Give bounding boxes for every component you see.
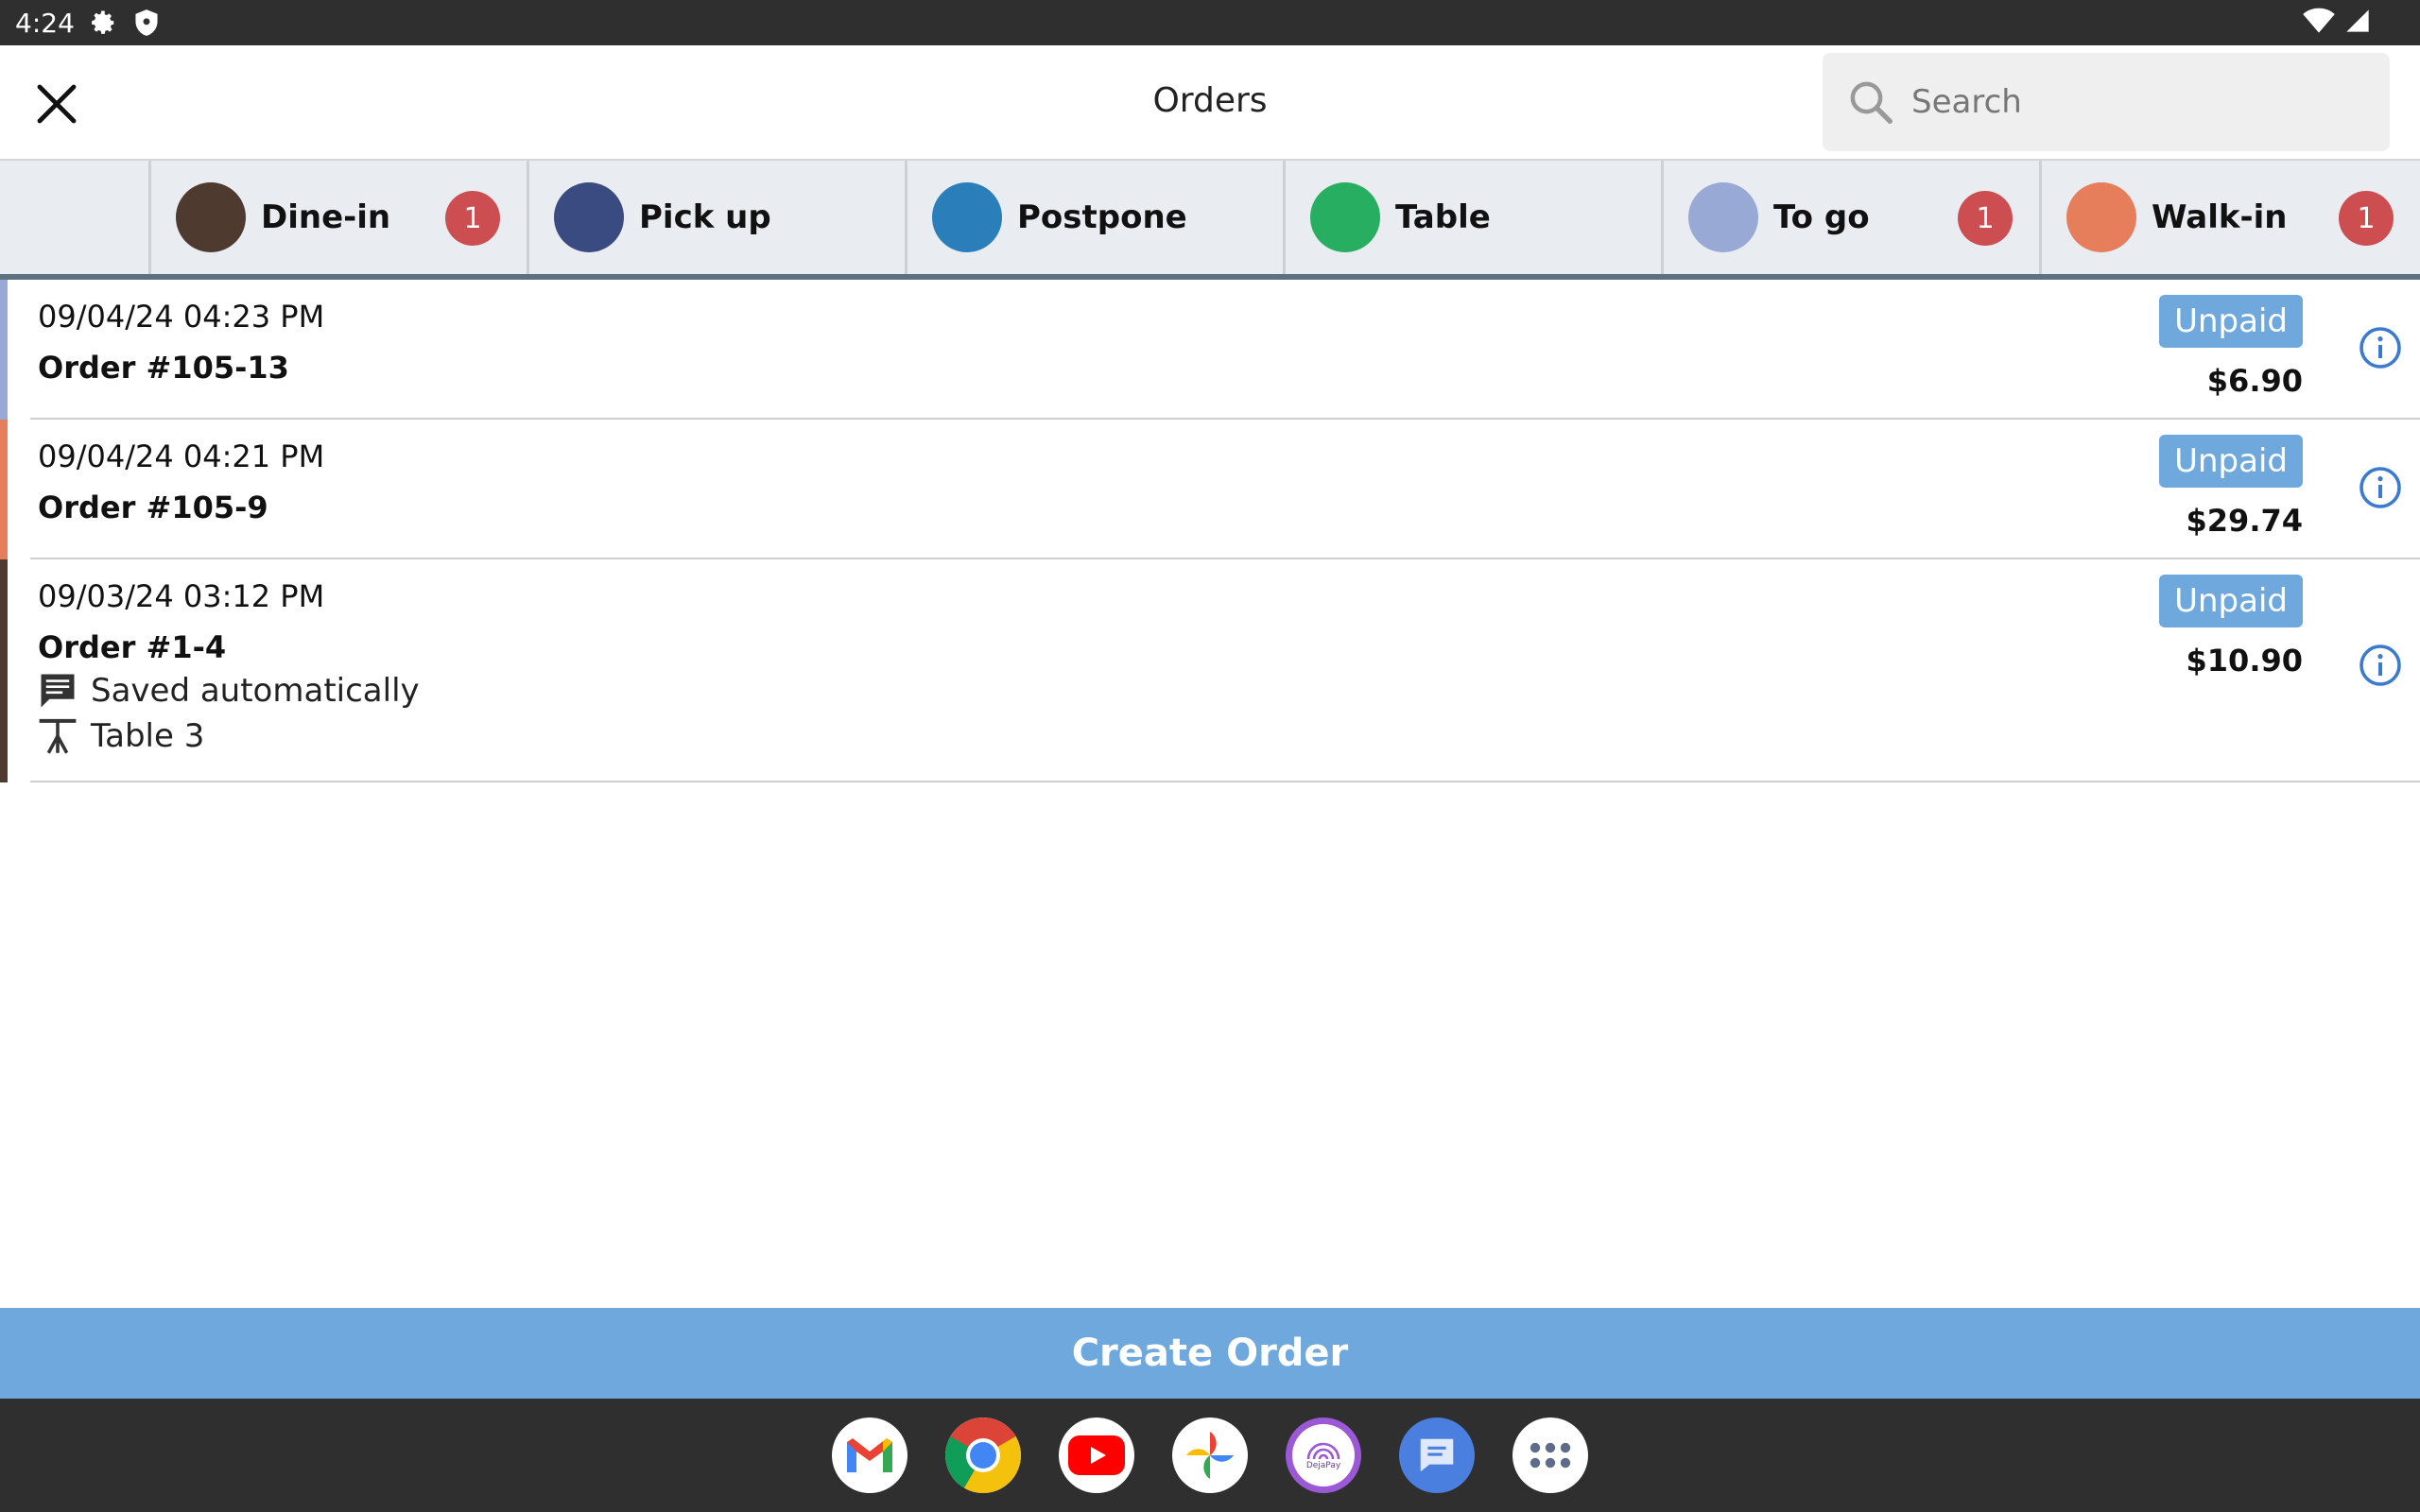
order-row[interactable]: 09/03/24 03:12 PM Order #1-4 Saved autom… — [0, 559, 2420, 782]
tab-label: To go — [1773, 198, 1870, 236]
tab-dine-in[interactable]: Dine-in 1 — [151, 161, 529, 274]
status-right — [2303, 8, 2371, 38]
app-header: Orders — [0, 45, 2420, 159]
tab-table[interactable]: Table — [1286, 161, 1664, 274]
tab-pick-up[interactable]: Pick up — [529, 161, 908, 274]
depay-icon[interactable]: DejaPay — [1286, 1418, 1361, 1493]
tab-to-go[interactable]: To go 1 — [1664, 161, 2042, 274]
order-total: $6.90 — [2206, 363, 2303, 399]
category-color-dot — [176, 182, 246, 252]
depay-label: DejaPay — [1305, 1461, 1341, 1470]
chrome-icon[interactable] — [945, 1418, 1021, 1493]
create-order-button[interactable]: Create Order — [0, 1308, 2420, 1399]
messages-icon[interactable] — [1399, 1418, 1475, 1493]
order-number: Order #105-13 — [38, 350, 289, 386]
info-icon — [2360, 467, 2401, 508]
signal-icon — [2344, 8, 2371, 38]
gmail-icon[interactable] — [832, 1418, 908, 1493]
info-button[interactable] — [2352, 637, 2409, 694]
order-type-stripe — [0, 280, 8, 420]
order-table: Table 3 — [38, 716, 204, 756]
info-icon — [2360, 644, 2401, 686]
order-type-stripe — [0, 559, 8, 782]
tab-walk-in[interactable]: Walk-in 1 — [2042, 161, 2420, 274]
wifi-icon — [2303, 8, 2335, 38]
order-total: $29.74 — [2186, 503, 2303, 539]
tab-label: Dine-in — [261, 198, 391, 236]
shield-icon — [131, 8, 162, 38]
order-total: $10.90 — [2186, 643, 2303, 679]
count-badge: 1 — [445, 191, 500, 246]
category-color-dot — [1310, 182, 1380, 252]
search-input[interactable] — [1911, 83, 2365, 121]
order-number: Order #1-4 — [38, 629, 227, 665]
category-color-dot — [554, 182, 624, 252]
order-table-text: Table 3 — [91, 717, 205, 755]
status-badge: Unpaid — [2159, 435, 2303, 488]
search-icon — [1850, 81, 1893, 124]
youtube-icon[interactable] — [1059, 1418, 1134, 1493]
tab-label: Postpone — [1017, 198, 1187, 236]
order-type-stripe — [0, 420, 8, 559]
category-tabs: Dine-in 1 Pick up Postpone Table To go 1… — [0, 159, 2420, 278]
count-badge: 1 — [2339, 191, 2394, 246]
info-button[interactable] — [2352, 459, 2409, 516]
tab-scroll-left[interactable] — [0, 161, 151, 274]
info-button[interactable] — [2352, 319, 2409, 376]
status-time: 4:24 — [15, 7, 75, 39]
depay-logo-icon — [1306, 1442, 1340, 1460]
table-icon — [38, 716, 78, 756]
order-note: Saved automatically — [38, 671, 420, 711]
tab-postpone[interactable]: Postpone — [908, 161, 1286, 274]
status-bar: 4:24 — [0, 0, 2420, 45]
order-row[interactable]: 09/04/24 04:23 PM Order #105-13 Unpaid $… — [0, 280, 2420, 420]
order-datetime: 09/03/24 03:12 PM — [38, 578, 325, 614]
category-color-dot — [1688, 182, 1758, 252]
status-badge: Unpaid — [2159, 295, 2303, 348]
order-note-text: Saved automatically — [91, 672, 420, 710]
app-dock: DejaPay — [0, 1399, 2420, 1512]
count-badge: 1 — [1958, 191, 2013, 246]
status-badge: Unpaid — [2159, 575, 2303, 627]
tab-label: Table — [1395, 198, 1491, 236]
order-datetime: 09/04/24 04:23 PM — [38, 299, 325, 335]
photos-icon[interactable] — [1172, 1418, 1248, 1493]
order-row[interactable]: 09/04/24 04:21 PM Order #105-9 Unpaid $2… — [0, 420, 2420, 559]
category-color-dot — [2066, 182, 2136, 252]
tab-label: Pick up — [639, 198, 771, 236]
gear-icon — [88, 8, 118, 38]
info-icon — [2360, 327, 2401, 369]
orders-list: 09/04/24 04:23 PM Order #105-13 Unpaid $… — [0, 280, 2420, 782]
category-color-dot — [932, 182, 1002, 252]
comment-icon — [38, 671, 78, 711]
app-drawer-icon[interactable] — [1512, 1418, 1588, 1493]
tab-label: Walk-in — [2152, 198, 2288, 236]
search-box[interactable] — [1823, 53, 2390, 151]
order-datetime: 09/04/24 04:21 PM — [38, 438, 325, 474]
order-number: Order #105-9 — [38, 490, 268, 525]
